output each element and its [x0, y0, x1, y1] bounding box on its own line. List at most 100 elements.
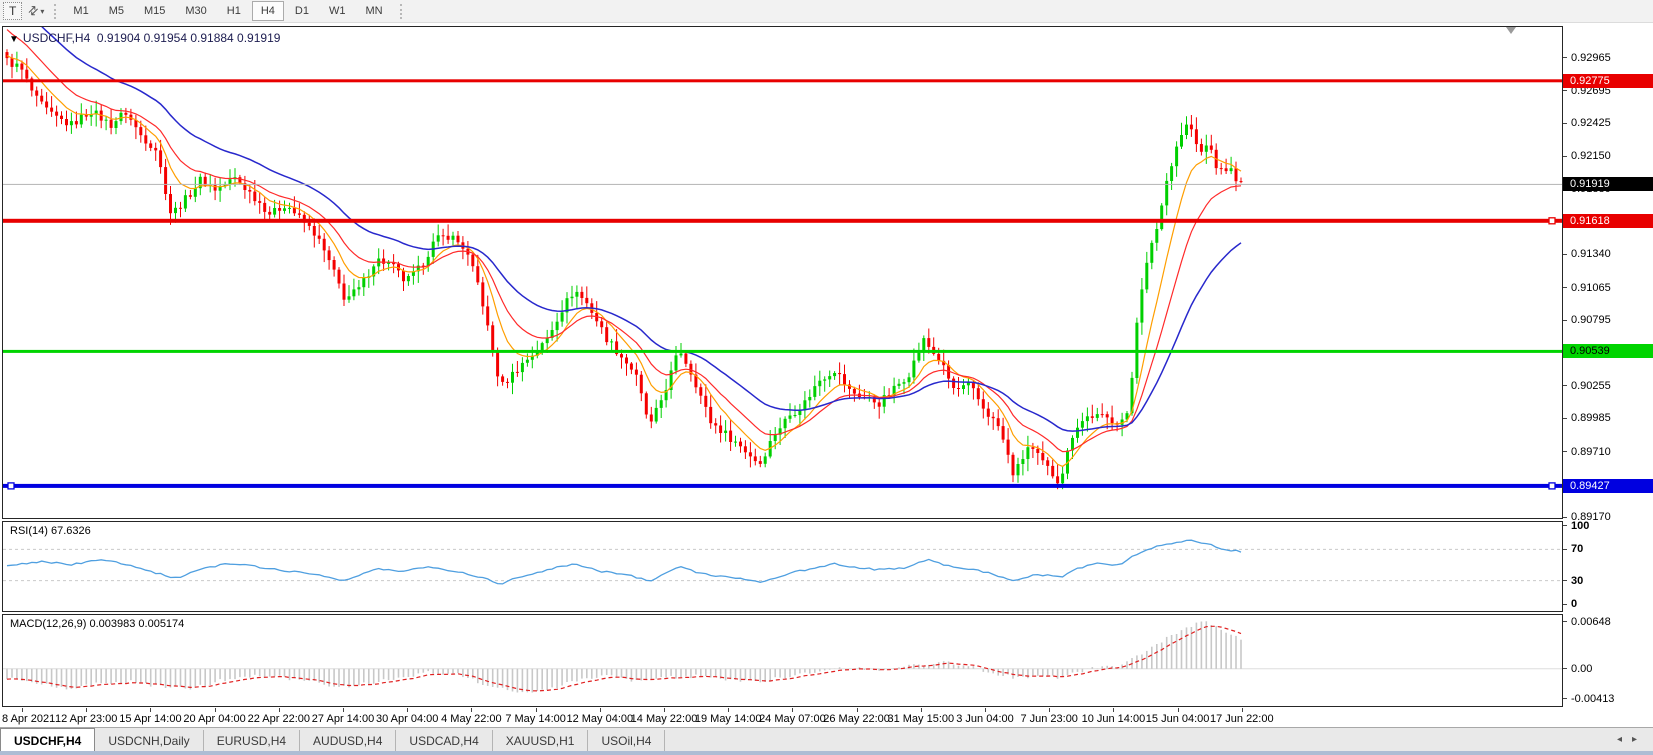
timeframe-button-mn[interactable]: MN — [356, 1, 391, 21]
price-axis-tick-mark — [1563, 319, 1567, 321]
rsi-axis-tick: 0 — [1571, 598, 1578, 611]
price-axis[interactable]: 0.929650.926950.924250.921500.918800.916… — [1563, 26, 1653, 709]
chart-tab-usdcad-h4[interactable]: USDCAD,H4 — [396, 730, 493, 751]
macd-indicator-pane[interactable]: MACD(12,26,9) 0.003983 0.005174 — [2, 614, 1563, 707]
rsi-indicator-pane[interactable]: RSI(14) 67.6326 — [2, 521, 1563, 612]
tab-scroll-arrows[interactable]: ◂▸ — [1617, 734, 1647, 745]
macd-canvas[interactable] — [3, 615, 1562, 706]
rsi-label: RSI(14) 67.6326 — [10, 525, 91, 537]
main-price-chart[interactable]: ▼ USDCHF,H4 0.91904 0.91954 0.91884 0.919… — [2, 26, 1563, 519]
chevron-down-icon[interactable]: ▾ — [40, 7, 44, 16]
time-axis-tick-mark — [407, 708, 409, 712]
price-axis-tick: 0.90795 — [1571, 314, 1611, 327]
price-axis-tick: 0.92965 — [1571, 51, 1611, 64]
timeframe-button-m1[interactable]: M1 — [64, 1, 97, 21]
time-axis-label: 8 Apr 2021 — [2, 713, 56, 725]
time-axis-label: 31 May 15:00 — [887, 713, 955, 725]
price-axis-tick: 0.89710 — [1571, 445, 1611, 458]
price-axis-tick-mark — [1563, 516, 1567, 518]
macd-label: MACD(12,26,9) 0.003983 0.005174 — [10, 618, 185, 630]
time-axis[interactable]: 8 Apr 2021 12 Apr 23:00 15 Apr 14:00 20 Apr… — [0, 708, 1653, 727]
chart-title-text: USDCHF,H4 0.91904 0.91954 0.91884 0.9191… — [22, 31, 281, 45]
price-axis-tick-mark — [1563, 155, 1567, 157]
current-price-badge: 0.91919 — [1563, 177, 1653, 192]
chart-tab-bar: USDCHF,H4 USDCNH,Daily EURUSD,H4 AUDUSD,H4 U… — [0, 727, 1653, 751]
price-axis-tick-mark — [1563, 90, 1567, 92]
time-axis-tick-mark — [792, 708, 794, 712]
window-bottom-edge — [0, 751, 1653, 755]
rsi-axis-tick: 30 — [1571, 574, 1584, 587]
macd-axis-tick-mark — [1563, 668, 1567, 670]
time-axis-label: 3 Jun 04:00 — [956, 713, 1014, 725]
rsi-axis-tick: 70 — [1571, 543, 1584, 556]
chart-tab-usdcnh-daily[interactable]: USDCNH,Daily — [95, 730, 204, 751]
time-axis-label: 22 Apr 22:00 — [247, 713, 310, 725]
chart-shift-marker[interactable] — [1506, 27, 1516, 34]
price-axis-tick: 0.91065 — [1571, 281, 1611, 294]
chart-tab-eurusd-h4[interactable]: EURUSD,H4 — [204, 730, 301, 751]
price-axis-tick: 0.91340 — [1571, 248, 1611, 261]
macd-axis-tick: 0.00 — [1571, 662, 1593, 675]
timeframe-button-w1[interactable]: W1 — [320, 1, 355, 21]
macd-axis-tick: -0.00413 — [1571, 692, 1615, 705]
price-axis-tick: 0.92150 — [1571, 150, 1611, 163]
rsi-axis-tick-mark — [1563, 580, 1567, 582]
time-axis-tick-mark — [278, 708, 280, 712]
chart-tab-audusd-h4[interactable]: AUDUSD,H4 — [300, 730, 397, 751]
time-axis-label: 26 May 22:00 — [823, 713, 890, 725]
chart-tab-xauusd-h1[interactable]: XAUUSD,H1 — [493, 730, 589, 751]
timeframe-button-m30[interactable]: M30 — [176, 1, 215, 21]
timeframe-group: M1 M5 M15 M30 H1 H4 D1 W1 MN — [63, 1, 392, 21]
time-axis-label: 24 May 07:00 — [759, 713, 826, 725]
rsi-axis-tick-mark — [1563, 603, 1567, 605]
toolbar-grip — [54, 3, 57, 19]
price-axis-tick-mark — [1563, 253, 1567, 255]
chart-tab-usdchf-h4[interactable]: USDCHF,H4 — [0, 728, 96, 751]
price-level-badge: 0.90539 — [1563, 344, 1653, 359]
time-axis-label: 12 Apr 23:00 — [54, 713, 118, 725]
macd-axis-tick-mark — [1563, 698, 1567, 700]
time-axis-tick-mark — [985, 708, 986, 712]
timeframe-button-h1[interactable]: H1 — [218, 1, 250, 21]
price-level-badge: 0.89427 — [1563, 478, 1653, 493]
time-axis-label: 27 Apr 14:00 — [311, 713, 375, 725]
time-axis-tick-mark — [1241, 708, 1243, 712]
candlestick-canvas[interactable] — [3, 27, 1562, 518]
price-axis-tick-mark — [1563, 385, 1567, 387]
time-axis-label: 19 May 14:00 — [694, 713, 762, 725]
price-level-badge: 0.92775 — [1563, 73, 1653, 88]
time-axis-tick-mark — [22, 708, 23, 712]
rsi-canvas[interactable] — [3, 522, 1562, 611]
arrows-tool-button[interactable]: ⇅ ▾ — [25, 2, 47, 20]
time-axis-tick-mark — [1113, 708, 1115, 712]
tab-scroll-right-icon[interactable]: ▸ — [1632, 734, 1647, 745]
time-axis-tick-mark — [150, 708, 152, 712]
price-axis-tick-mark — [1563, 122, 1567, 124]
time-axis-label: 14 May 22:00 — [630, 713, 698, 725]
price-axis-tick: 0.89985 — [1571, 412, 1611, 425]
time-axis-label: 17 Jun 22:00 — [1209, 713, 1274, 725]
time-axis-tick-mark — [1049, 708, 1051, 712]
time-axis-tick-mark — [86, 708, 88, 712]
text-tool-button[interactable]: T — [3, 2, 23, 20]
time-axis-tick-mark — [535, 708, 537, 712]
rsi-axis-tick-mark — [1563, 548, 1567, 550]
macd-axis-tick: 0.00648 — [1571, 615, 1611, 628]
timeframe-button-h4[interactable]: H4 — [251, 1, 284, 21]
time-axis-label: 10 Jun 14:00 — [1081, 713, 1146, 725]
timeframe-button-m15[interactable]: M15 — [135, 1, 174, 21]
tab-scroll-left-icon[interactable]: ◂ — [1617, 734, 1632, 745]
time-axis-label: 30 Apr 04:00 — [375, 713, 439, 725]
timeframe-button-m5[interactable]: M5 — [100, 1, 133, 21]
price-level-badge: 0.91618 — [1563, 213, 1653, 228]
time-axis-tick-mark — [599, 708, 601, 712]
time-axis-tick-mark — [1177, 708, 1179, 712]
time-axis-label: 7 Jun 23:00 — [1020, 713, 1078, 725]
price-axis-tick-mark — [1563, 417, 1567, 419]
timeframe-button-d1[interactable]: D1 — [286, 1, 318, 21]
toolbar-grip — [399, 3, 402, 19]
chart-tab-usoil-h4[interactable]: USOil,H4 — [588, 730, 666, 751]
time-axis-label: 15 Jun 04:00 — [1145, 713, 1210, 725]
arrows-tool-icon: ⇅ — [24, 2, 42, 20]
object-arrow-icon: ▼ — [9, 34, 19, 45]
